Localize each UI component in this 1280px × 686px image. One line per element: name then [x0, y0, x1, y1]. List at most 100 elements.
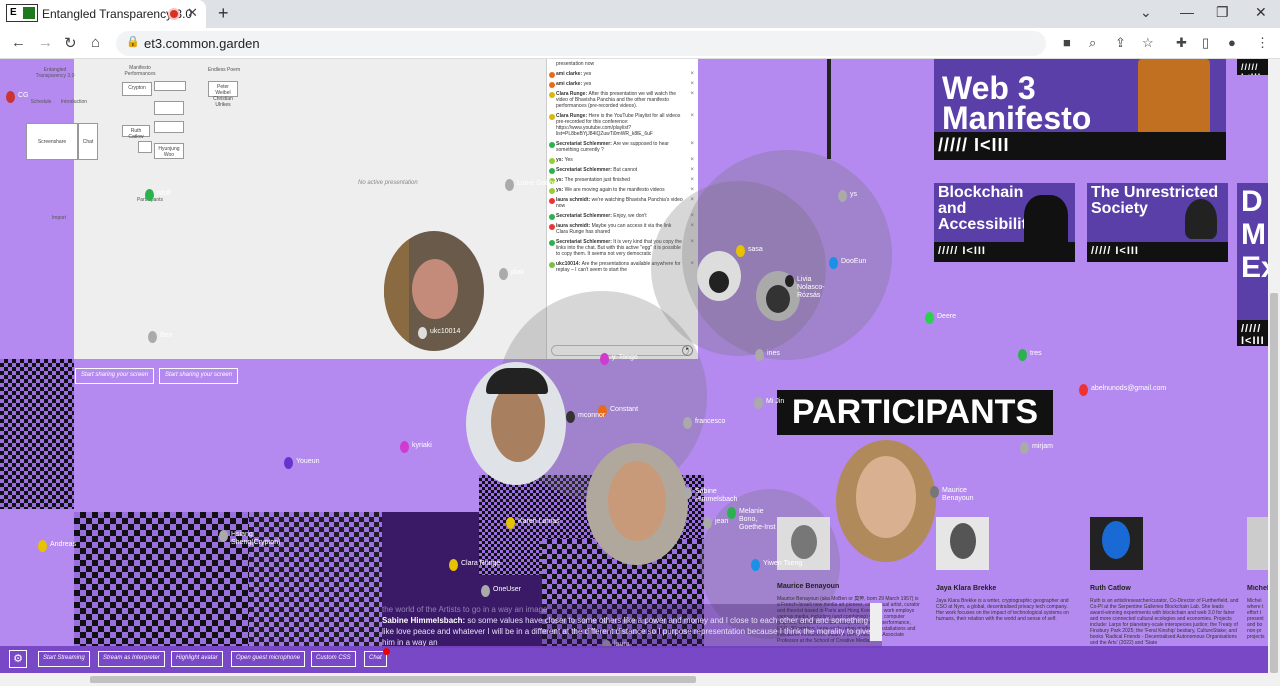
chat-author-avatar	[549, 142, 555, 148]
user-avatar[interactable]	[148, 331, 157, 343]
maximize-button[interactable]: ❐	[1216, 4, 1229, 21]
user-avatar[interactable]	[736, 245, 745, 257]
user-avatar[interactable]	[1018, 349, 1027, 361]
extensions-icon[interactable]: ✚	[1176, 35, 1187, 51]
subtitle-scrollbar[interactable]	[870, 603, 882, 641]
delete-message-icon[interactable]: ×	[690, 167, 694, 173]
share-icon[interactable]: ⇪	[1115, 35, 1126, 51]
zoom-icon[interactable]: ⌕	[1089, 35, 1096, 51]
user-avatar[interactable]	[505, 179, 514, 191]
delete-message-icon[interactable]: ×	[690, 91, 694, 97]
video-avatar-sasa[interactable]	[697, 251, 741, 301]
video-avatar-sabine[interactable]	[586, 443, 688, 565]
delete-message-icon[interactable]: ×	[690, 141, 694, 147]
profile-avatar[interactable]: ●	[1228, 35, 1236, 50]
user-avatar[interactable]	[1079, 384, 1088, 396]
user-avatar[interactable]	[925, 312, 934, 324]
user-avatar[interactable]	[829, 257, 838, 269]
user-avatar[interactable]	[499, 268, 508, 280]
lock-icon[interactable]: 🔒	[126, 35, 140, 48]
start-sharing-screen-button[interactable]: Start sharing your screen	[159, 368, 239, 384]
chat-message: ys: Yes ×	[547, 155, 698, 165]
chat-message: Clara Runge: After this presentation we …	[547, 89, 698, 111]
back-icon[interactable]: ←	[11, 34, 26, 51]
delete-message-icon[interactable]: ×	[690, 177, 694, 183]
camera-icon[interactable]: ■	[1063, 35, 1071, 50]
user-avatar-name: Mi Jin	[766, 398, 785, 405]
custom-css-button[interactable]: Custom CSS	[311, 651, 356, 667]
web3-manifesto-banner: Web 3 Manifesto ///// I<III	[934, 59, 1226, 160]
blockchain-accessibility-banner: Blockchain and Accessibility ///// I<III	[934, 183, 1075, 262]
user-avatar[interactable]	[506, 517, 515, 529]
forward-icon[interactable]: →	[38, 34, 53, 51]
horizontal-scrollbar[interactable]	[0, 673, 1280, 686]
unrestricted-society-banner: The Unrestricted Society ///// I<III	[1087, 183, 1228, 262]
home-icon[interactable]: ⌂	[91, 34, 100, 51]
bookmark-star-icon[interactable]: ☆	[1142, 35, 1154, 51]
minimize-button[interactable]: —	[1180, 4, 1194, 20]
gear-icon[interactable]: ⚙	[9, 650, 27, 668]
garden-canvas[interactable]: Entangled Transparency 3.0 Manifesto Per…	[0, 59, 1268, 673]
user-avatar[interactable]	[481, 585, 490, 597]
user-avatar[interactable]	[751, 559, 760, 571]
chat-text: presentation now	[556, 61, 595, 67]
delete-message-icon[interactable]: ×	[690, 157, 694, 163]
wb-box	[138, 141, 152, 153]
reload-icon[interactable]: ↻	[64, 34, 77, 52]
user-avatar[interactable]	[754, 397, 763, 409]
user-avatar[interactable]	[727, 507, 736, 519]
user-avatar[interactable]	[284, 457, 293, 469]
user-avatar[interactable]	[683, 487, 692, 499]
chat-text: The presentation just finished	[564, 177, 630, 183]
vertical-scroll-thumb[interactable]	[1270, 293, 1278, 673]
user-avatar[interactable]	[755, 349, 764, 361]
tab-search-icon[interactable]: ⌄	[1140, 4, 1152, 21]
url-text: et3.common.garden	[144, 36, 260, 51]
side-panel-icon[interactable]: ▯	[1202, 35, 1209, 51]
user-avatar[interactable]	[930, 486, 939, 498]
user-avatar[interactable]	[145, 189, 154, 201]
horizontal-scroll-thumb[interactable]	[90, 676, 696, 683]
user-avatar[interactable]	[400, 441, 409, 453]
tab-close-icon[interactable]: ✕	[187, 5, 198, 21]
chat-text: yes	[583, 71, 592, 77]
delete-message-icon[interactable]: ×	[690, 113, 694, 119]
delete-message-icon[interactable]: ×	[690, 81, 694, 87]
close-window-button[interactable]: ✕	[1255, 4, 1267, 21]
subtitle-speaker: Sabine Himmelsbach:	[382, 616, 466, 625]
chat-text: But cannot	[613, 167, 638, 173]
video-avatar-mconnor[interactable]	[466, 362, 566, 485]
wb-box	[154, 101, 184, 115]
open-guest-microphone-button[interactable]: Open guest microphone	[231, 651, 306, 667]
user-avatar[interactable]	[600, 353, 609, 365]
chat-author: ami clarke:	[556, 81, 584, 87]
address-bar[interactable]: 🔒 et3.common.garden	[116, 31, 1046, 56]
vertical-scrollbar[interactable]	[1268, 59, 1280, 673]
start-streaming-button[interactable]: Start Streaming	[38, 651, 90, 667]
start-sharing-screen-button[interactable]: Start sharing your screen	[75, 368, 155, 384]
user-avatar[interactable]	[38, 540, 47, 552]
user-avatar[interactable]	[683, 417, 692, 429]
user-avatar[interactable]	[1020, 442, 1029, 454]
user-avatar[interactable]	[219, 530, 228, 542]
video-avatar-maurice[interactable]	[836, 440, 936, 562]
chat-author-avatar	[549, 158, 555, 164]
user-avatar[interactable]	[703, 517, 712, 529]
browser-tab[interactable]: E Entangled Transparency 3.0 ✕	[0, 0, 206, 28]
user-avatar[interactable]	[838, 190, 847, 202]
wb-label: Schedule	[30, 99, 52, 105]
user-avatar[interactable]	[449, 559, 458, 571]
user-avatar-name: Yiwen Tseng	[763, 560, 803, 567]
bottom-control-bar: ⚙ Start Streaming Stream as Interpreter …	[0, 646, 1268, 673]
user-avatar[interactable]	[418, 327, 427, 339]
highlight-avatar-button[interactable]: Highlight avatar	[171, 651, 223, 667]
user-avatar[interactable]	[785, 275, 794, 287]
new-tab-button[interactable]: +	[218, 3, 229, 24]
recording-icon	[168, 8, 180, 20]
stream-as-interpreter-button[interactable]: Stream as Interpreter	[98, 651, 165, 667]
browser-menu-icon[interactable]: ⋮	[1256, 35, 1269, 51]
user-avatar-name: francesco	[695, 418, 726, 425]
delete-message-icon[interactable]: ×	[690, 71, 694, 77]
user-avatar[interactable]	[6, 91, 15, 103]
user-avatar[interactable]	[566, 411, 575, 423]
